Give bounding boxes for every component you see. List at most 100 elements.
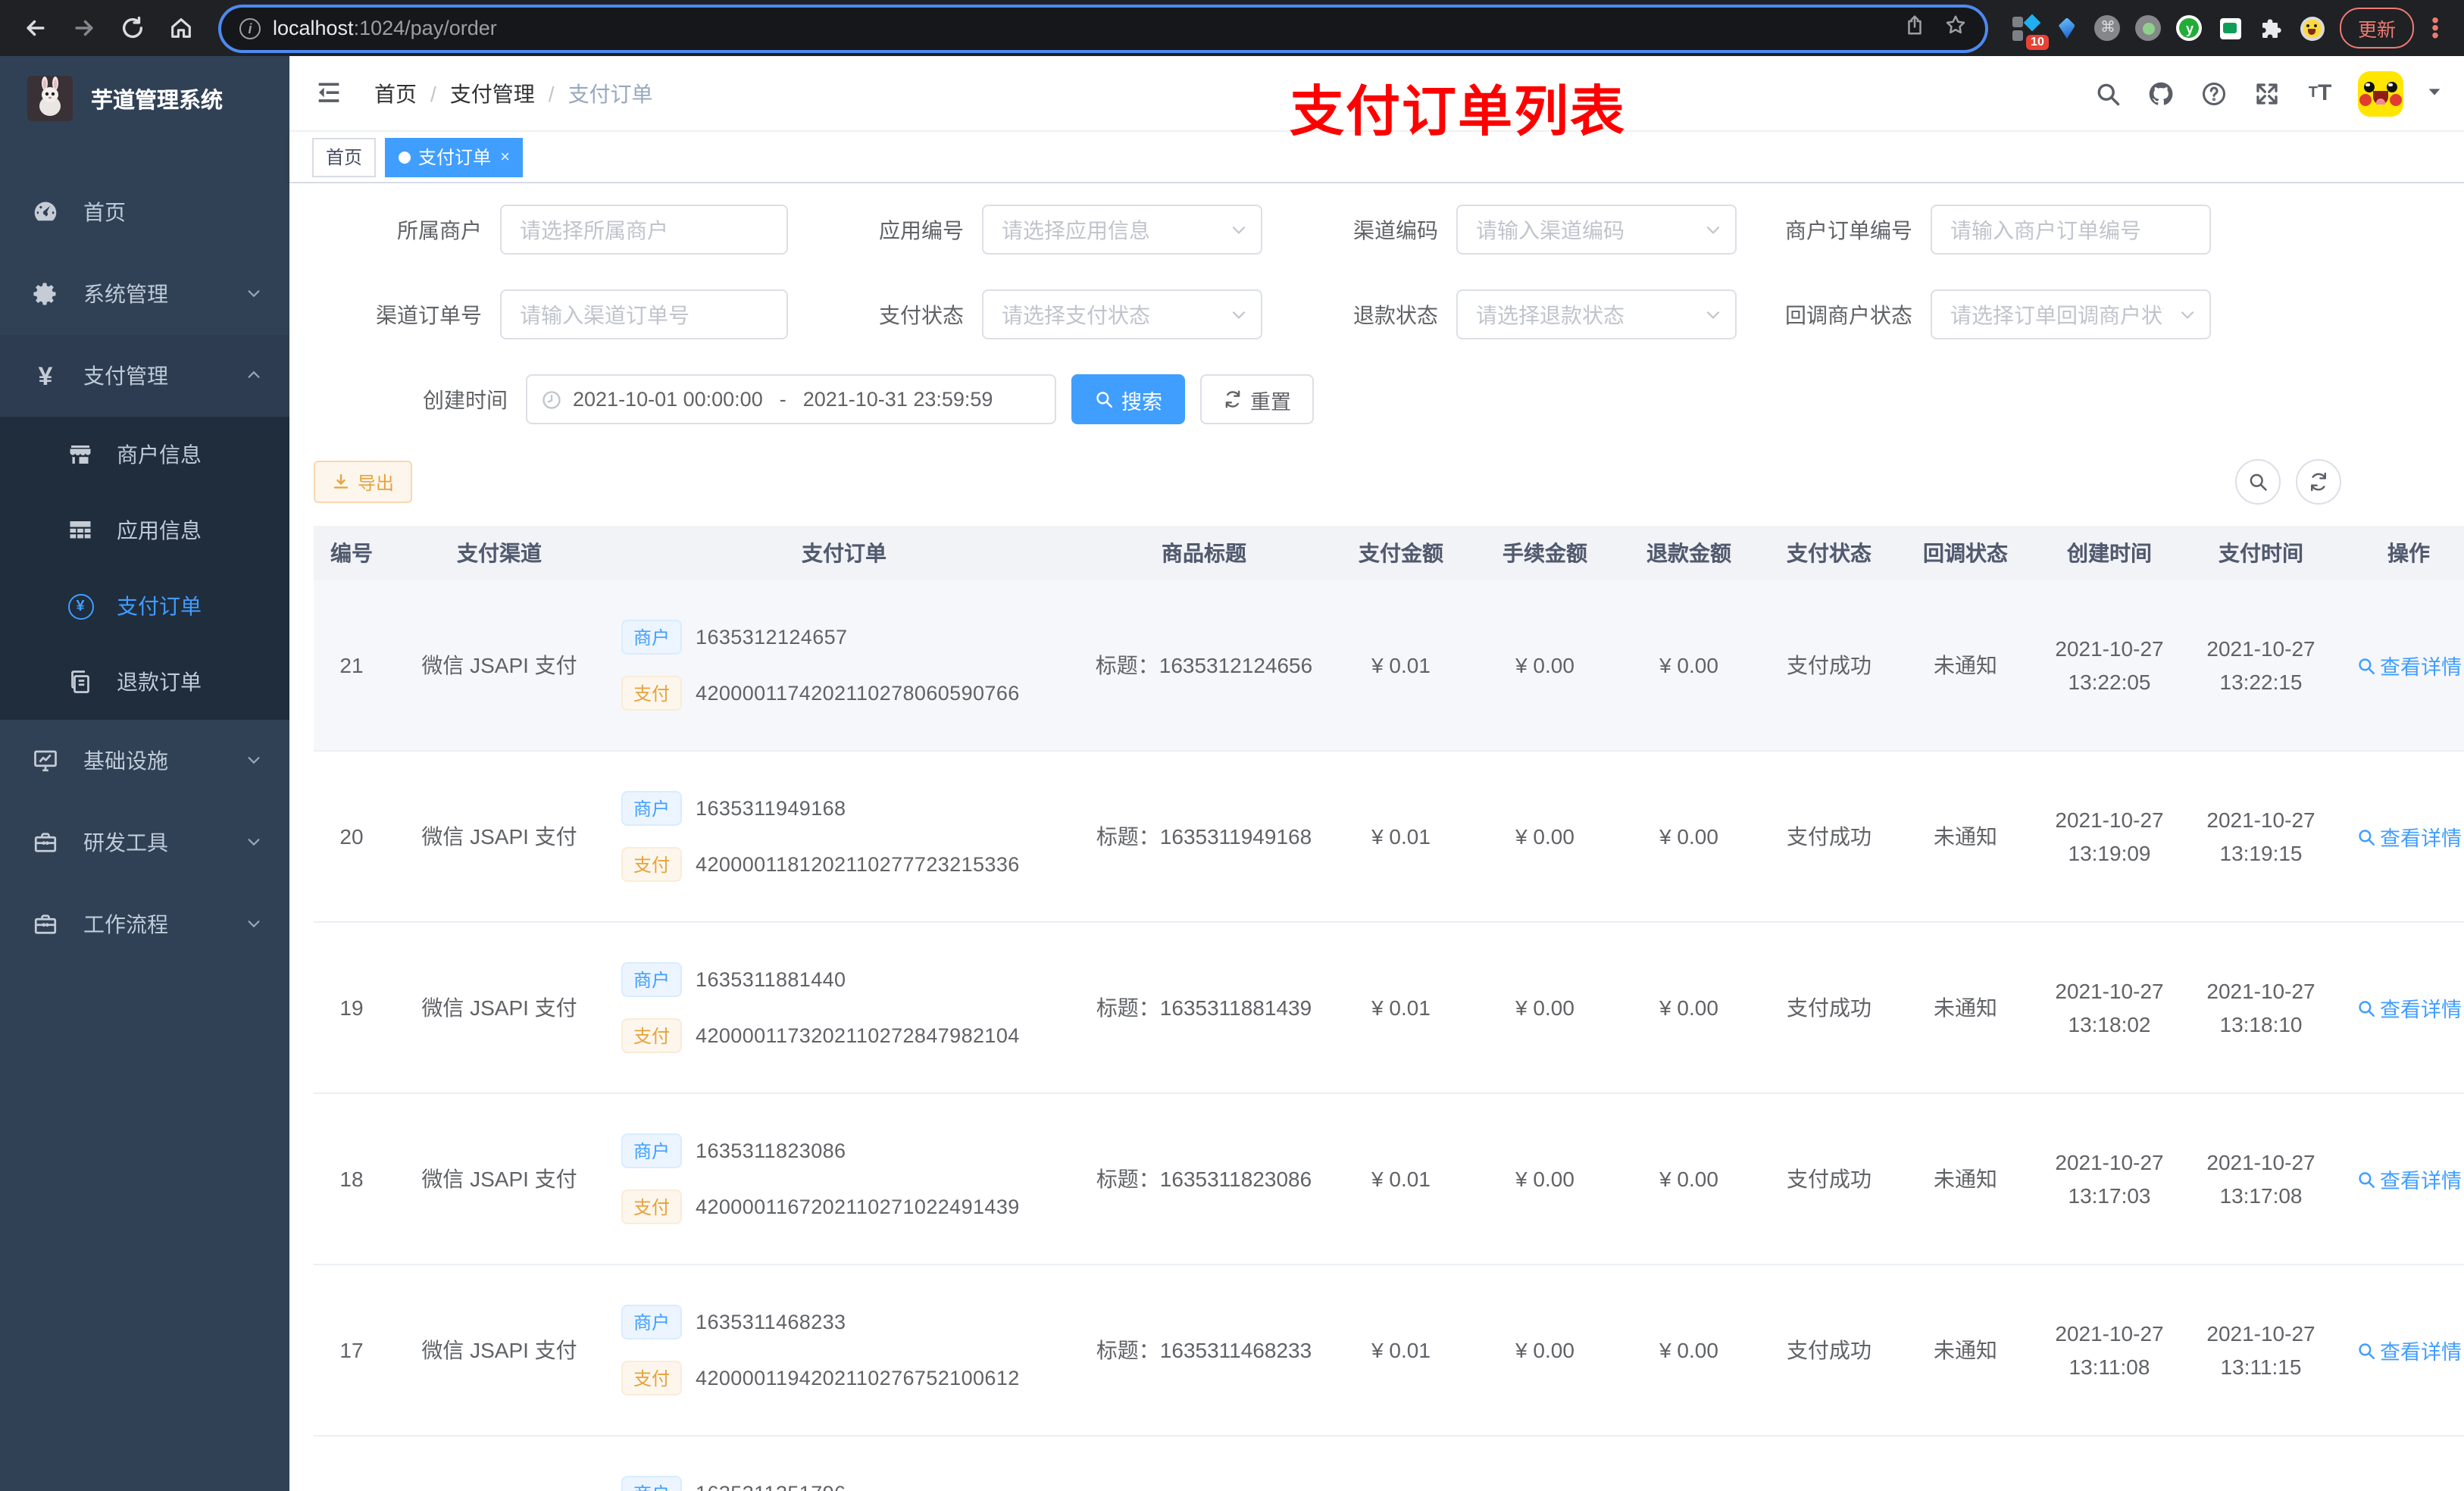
table-row: 18 微信 JSAPI 支付 商户 1635311823086 支付 42000… — [314, 1093, 2464, 1265]
chat-extension-icon[interactable] — [2217, 14, 2244, 42]
pay-status-select[interactable] — [982, 289, 1262, 339]
reset-button[interactable]: 重置 — [1200, 374, 1314, 424]
user-avatar[interactable] — [2358, 70, 2403, 116]
top-navbar: 首页 / 支付管理 / 支付订单 支付订单列表 T T — [289, 56, 2464, 142]
search-icon[interactable] — [2093, 78, 2123, 108]
column-header-order: 支付订单 — [609, 526, 1079, 580]
merchant-input[interactable] — [500, 205, 788, 255]
font-size-icon[interactable]: TT — [2305, 78, 2335, 108]
breadcrumb-home[interactable]: 首页 — [374, 78, 417, 108]
browser-update-button[interactable]: 更新 — [2339, 8, 2414, 48]
close-icon[interactable]: × — [500, 148, 510, 166]
navbar-actions: TT — [2093, 70, 2443, 116]
view-detail-link[interactable]: 查看详情 — [2356, 1164, 2462, 1194]
merchant-tag: 商户 — [621, 1476, 683, 1491]
logo-avatar — [27, 76, 73, 121]
browser-home-icon[interactable] — [161, 8, 200, 48]
kite-extension-icon[interactable] — [2053, 14, 2081, 42]
view-detail-link[interactable]: 查看详情 — [2356, 1335, 2462, 1365]
merchant-tag: 商户 — [621, 962, 683, 997]
column-header-title: 商品标题 — [1079, 526, 1329, 580]
merchant-tag: 商户 — [621, 1305, 683, 1339]
tag-home[interactable]: 首页 — [312, 137, 377, 177]
filter-field-channel-order-no: 渠道订单号 — [314, 289, 788, 339]
merchant-tag: 商户 — [621, 1133, 683, 1168]
browser-menu-icon[interactable]: • • • — [2428, 9, 2443, 45]
column-header-pay-status: 支付状态 — [1761, 526, 1897, 580]
pay-submenu: 商户信息 应用信息 ¥ 支付订单 退款订单 — [0, 417, 289, 720]
pay-status: 支付成功 — [1761, 580, 1897, 752]
table-row: 商户 1635311351796 — [314, 1436, 2464, 1491]
view-detail-link[interactable]: 查看详情 — [2356, 821, 2462, 852]
app-logo[interactable]: 芋道管理系统 — [0, 56, 289, 141]
column-header-created: 创建时间 — [2034, 526, 2185, 580]
pay-status: 支付成功 — [1761, 1093, 1897, 1265]
sidebar-item-infra[interactable]: 基础设施 — [0, 720, 289, 802]
table-row: 17 微信 JSAPI 支付 商户 1635311468233 支付 42000… — [314, 1264, 2464, 1436]
filter-row-1: 所属商户 应用编号 渠道编码 商户订单编号 — [314, 205, 2440, 255]
app-no-select[interactable] — [982, 205, 1262, 255]
dashboard-icon — [32, 198, 59, 226]
site-info-icon[interactable]: i — [239, 17, 261, 39]
command-extension-icon[interactable]: ⌘ — [2094, 14, 2122, 42]
view-detail-link[interactable]: 查看详情 — [2356, 650, 2462, 680]
merchant-order-no-input[interactable] — [1931, 205, 2211, 255]
browser-back-icon[interactable] — [15, 8, 55, 48]
y-extension-icon[interactable]: y — [2176, 14, 2203, 42]
chevron-down-icon — [245, 749, 262, 773]
column-header-channel: 支付渠道 — [389, 526, 609, 580]
chevron-down-icon[interactable] — [2426, 80, 2443, 107]
table-row: 20 微信 JSAPI 支付 商户 1635311949168 支付 42000… — [314, 751, 2464, 923]
browser-reload-icon[interactable] — [112, 8, 152, 48]
fullscreen-icon[interactable] — [2252, 78, 2282, 108]
sidebar-menu: 首页 系统管理 ¥ 支付管理 商户信息 应用信息 ¥ 支付订单 退款订单 基础设… — [0, 141, 289, 965]
bookmark-star-icon[interactable] — [1944, 13, 1967, 43]
address-bar[interactable]: i localhost:1024/pay/order — [221, 7, 1985, 49]
refresh-button[interactable] — [2296, 459, 2341, 505]
table-toolbar: 导出 — [314, 459, 2440, 505]
created-time-range-picker[interactable]: 2021-10-01 00:00:00 - 2021-10-31 23:59:5… — [526, 374, 1056, 424]
filter-row-2: 渠道订单号 支付状态 退款状态 回调商户状态 — [314, 289, 2440, 339]
profile-emoji-icon[interactable] — [2299, 14, 2326, 42]
sidebar-item-pay[interactable]: ¥ 支付管理 — [0, 335, 289, 417]
sidebar-item-home[interactable]: 首页 — [0, 171, 289, 253]
channel-order-no-input[interactable] — [500, 289, 788, 339]
filter-field-merchant: 所属商户 — [314, 205, 788, 255]
pay-tag: 支付 — [621, 1361, 683, 1396]
browser-forward-icon[interactable] — [64, 8, 103, 48]
toggle-search-button[interactable] — [2235, 459, 2281, 505]
help-icon[interactable] — [2199, 78, 2229, 108]
pay-status — [1761, 1436, 1897, 1491]
table-header-row: 编号 支付渠道 支付订单 商品标题 支付金额 手续金额 退款金额 支付状态 回调… — [314, 526, 2464, 580]
share-icon[interactable] — [1903, 13, 1926, 43]
tag-pay-order[interactable]: 支付订单 × — [385, 137, 524, 177]
sidebar-item-dev-tools[interactable]: 研发工具 — [0, 802, 289, 883]
sidebar-item-refund-order[interactable]: 退款订单 — [0, 644, 289, 720]
sidebar-item-app-info[interactable]: 应用信息 — [0, 492, 289, 568]
refund-status-select[interactable] — [1456, 289, 1737, 339]
filter-field-channel-code: 渠道编码 — [1262, 205, 1737, 255]
pay-tag: 支付 — [621, 1018, 683, 1053]
view-detail-link[interactable]: 查看详情 — [2356, 992, 2462, 1023]
github-icon[interactable] — [2146, 78, 2176, 108]
extension-icon[interactable]: 10 — [2012, 13, 2049, 49]
breadcrumb-pay[interactable]: 支付管理 — [450, 78, 535, 108]
recorder-extension-icon[interactable] — [2135, 14, 2162, 42]
sidebar-item-pay-order[interactable]: ¥ 支付订单 — [0, 568, 289, 644]
callback-status: 未通知 — [1897, 922, 2034, 1094]
pay-status: 支付成功 — [1761, 922, 1897, 1094]
sidebar-item-system[interactable]: 系统管理 — [0, 253, 289, 335]
column-header-paid: 支付时间 — [2185, 526, 2337, 580]
column-header-amount: 支付金额 — [1329, 526, 1473, 580]
callback-status-select[interactable] — [1931, 289, 2211, 339]
sidebar-fold-icon[interactable] — [314, 77, 347, 110]
search-button[interactable]: 搜索 — [1071, 374, 1185, 424]
chevron-down-icon — [245, 830, 262, 855]
toolbox-icon — [32, 911, 59, 938]
filter-field-refund-status: 退款状态 — [1262, 289, 1737, 339]
sidebar-item-workflow[interactable]: 工作流程 — [0, 883, 289, 965]
channel-code-select[interactable] — [1456, 205, 1737, 255]
sidebar-item-merchant-info[interactable]: 商户信息 — [0, 417, 289, 492]
extensions-puzzle-icon[interactable] — [2258, 14, 2285, 42]
export-button[interactable]: 导出 — [314, 461, 413, 503]
